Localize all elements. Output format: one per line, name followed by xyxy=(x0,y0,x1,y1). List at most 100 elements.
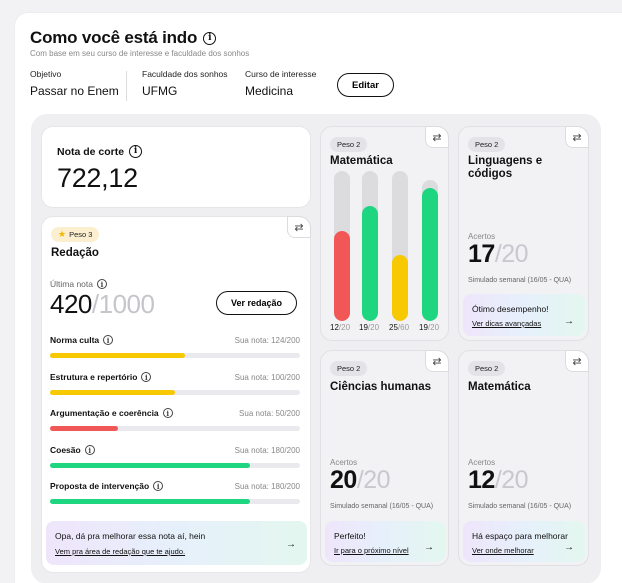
matematica-bars-card: ⇄ Peso 2 Matemática 12/20 19/20 25/60 19… xyxy=(320,126,449,341)
criterion-name: Coesão i xyxy=(50,445,95,455)
bar-label-den: /20 xyxy=(427,323,440,332)
tip-text: Há espaço para melhorar xyxy=(472,531,568,541)
info-icon[interactable]: i xyxy=(129,145,143,158)
info-icon[interactable]: i xyxy=(153,481,164,491)
bar-label-num: 12 xyxy=(330,323,339,332)
arrow-right-icon[interactable]: → xyxy=(564,316,574,327)
tip-link[interactable]: Ver dicas avançadas xyxy=(472,319,541,328)
meta-value: UFMG xyxy=(142,84,178,98)
ver-redacao-button[interactable]: Ver redação xyxy=(216,291,297,315)
bar-label-den: /60 xyxy=(397,323,410,332)
bar-label-den: /20 xyxy=(367,323,380,332)
ultima-nota-label-text: Última nota xyxy=(50,279,93,289)
matematica2-title: Matemática xyxy=(468,381,531,393)
criterion-name-text: Argumentação e coerência xyxy=(50,408,159,418)
meta-label: Faculdade dos sonhos xyxy=(142,69,228,79)
meta-objetivo: Objetivo Passar no Enem xyxy=(30,69,119,98)
arrow-right-icon[interactable]: → xyxy=(286,539,296,550)
tip-text: Perfeito! xyxy=(334,531,366,541)
info-icon[interactable]: i xyxy=(103,335,114,345)
bar-fill xyxy=(362,205,378,321)
criterion-progress-fill xyxy=(50,499,250,504)
simulado-label: Simulado semanal (16/05 - QUA) xyxy=(468,503,572,510)
meta-label: Curso de interesse xyxy=(245,69,317,79)
criterion-name: Estrutura e repertório i xyxy=(50,372,152,382)
simulado-label: Simulado semanal (16/05 - QUA) xyxy=(330,503,434,510)
bar-label: 19/20 xyxy=(419,323,439,332)
humanas-card: ⇄ Peso 2 Ciências humanas Acertos 20/20 … xyxy=(320,350,449,566)
criterion-estrutura: Estrutura e repertório i Sua nota: 100/200 xyxy=(50,372,300,395)
criterion-progress-fill xyxy=(50,353,185,358)
tip-text: Ótimo desempenho! xyxy=(472,304,549,314)
criterion-name-text: Proposta de intervenção xyxy=(50,481,150,491)
meta-curso: Curso de interesse Medicina xyxy=(245,69,316,98)
humanas-tip[interactable]: Perfeito! Ir para o próximo nível → xyxy=(325,521,445,562)
bar-fill xyxy=(392,255,408,321)
star-icon: ★ xyxy=(58,229,67,239)
redacao-score: 420/1000 xyxy=(50,289,155,320)
criterion-score: Sua nota: 180/200 xyxy=(234,481,300,491)
matematica-card: ⇄ Peso 2 Matemática Acertos 12/20 Simula… xyxy=(458,350,589,566)
criterion-score: Sua nota: 180/200 xyxy=(234,445,300,455)
redacao-score-value: 420 xyxy=(50,289,92,319)
criterion-progress-track xyxy=(50,353,300,358)
acertos-num: 17 xyxy=(468,240,495,268)
tip-link[interactable]: Vem pra área de redação que te ajudo. xyxy=(55,547,185,556)
linguagens-card: ⇄ Peso 2 Linguagens e códigos Acertos 17… xyxy=(458,126,589,341)
arrow-right-icon[interactable]: → xyxy=(424,542,434,553)
acertos-den: /20 xyxy=(356,466,391,494)
criterion-name-text: Estrutura e repertório xyxy=(50,372,138,382)
info-icon[interactable]: i xyxy=(97,279,107,289)
bar-label: 12/20 xyxy=(330,323,350,332)
bar-label: 19/20 xyxy=(359,323,379,332)
swap-icon[interactable]: ⇄ xyxy=(565,350,589,372)
ultima-nota-label: Última nota i xyxy=(50,279,107,289)
swap-icon[interactable]: ⇄ xyxy=(425,126,449,148)
tip-link[interactable]: Ver onde melhorar xyxy=(472,546,534,555)
bar-label: 25/60 xyxy=(389,323,409,332)
peso-badge: ★ Peso 3 xyxy=(51,227,100,242)
linguagens-tip[interactable]: Ótimo desempenho! Ver dicas avançadas → xyxy=(463,294,585,336)
criterion-progress-track xyxy=(50,463,300,468)
page-subtitle: Com base em seu curso de interesse e fac… xyxy=(30,49,250,58)
swap-icon[interactable]: ⇄ xyxy=(287,216,311,238)
bar-chart xyxy=(325,171,445,321)
info-icon[interactable]: i xyxy=(162,408,173,418)
criterion-progress-track xyxy=(50,499,300,504)
bar-fill xyxy=(334,231,350,321)
info-icon[interactable]: i xyxy=(84,445,95,455)
bar-track xyxy=(362,171,378,321)
arrow-right-icon[interactable]: → xyxy=(564,542,574,553)
redacao-tip[interactable]: Opa, dá pra melhorar essa nota aí, hein … xyxy=(46,521,307,565)
redacao-title: Redação xyxy=(51,247,99,259)
swap-icon[interactable]: ⇄ xyxy=(425,350,449,372)
criterion-progress-fill xyxy=(50,390,175,395)
page-title-text: Como você está indo xyxy=(30,28,198,47)
criterion-progress-track xyxy=(50,390,300,395)
nota-de-corte-value: 722,12 xyxy=(57,163,138,193)
criterion-score: Sua nota: 124/200 xyxy=(234,335,300,345)
simulado-label: Simulado semanal (16/05 - QUA) xyxy=(468,277,572,284)
humanas-title: Ciências humanas xyxy=(330,381,431,393)
nota-de-corte-label-text: Nota de corte xyxy=(57,145,125,158)
peso-badge: Peso 2 xyxy=(330,137,368,152)
bar-label-num: 19 xyxy=(359,323,368,332)
criterion-coesao: Coesão i Sua nota: 180/200 xyxy=(50,445,300,468)
edit-button[interactable]: Editar xyxy=(337,73,394,97)
info-icon[interactable]: i xyxy=(203,31,217,45)
acertos-value: 12/20 xyxy=(468,466,529,495)
criterion-score: Sua nota: 50/200 xyxy=(239,408,300,418)
acertos-den: /20 xyxy=(494,466,529,494)
bar-fill xyxy=(422,187,438,321)
divider xyxy=(126,71,127,101)
tip-link[interactable]: Ir para o próximo nível xyxy=(334,546,409,555)
criterion-score: Sua nota: 100/200 xyxy=(234,372,300,382)
nota-de-corte-label: Nota de corte i xyxy=(57,145,143,158)
criterion-progress-fill xyxy=(50,426,118,431)
bar-label-num: 25 xyxy=(389,323,398,332)
swap-icon[interactable]: ⇄ xyxy=(565,126,589,148)
matematica2-tip[interactable]: Há espaço para melhorar Ver onde melhora… xyxy=(463,521,585,562)
info-icon[interactable]: i xyxy=(141,372,152,382)
acertos-num: 12 xyxy=(468,466,495,494)
acertos-value: 17/20 xyxy=(468,240,529,269)
